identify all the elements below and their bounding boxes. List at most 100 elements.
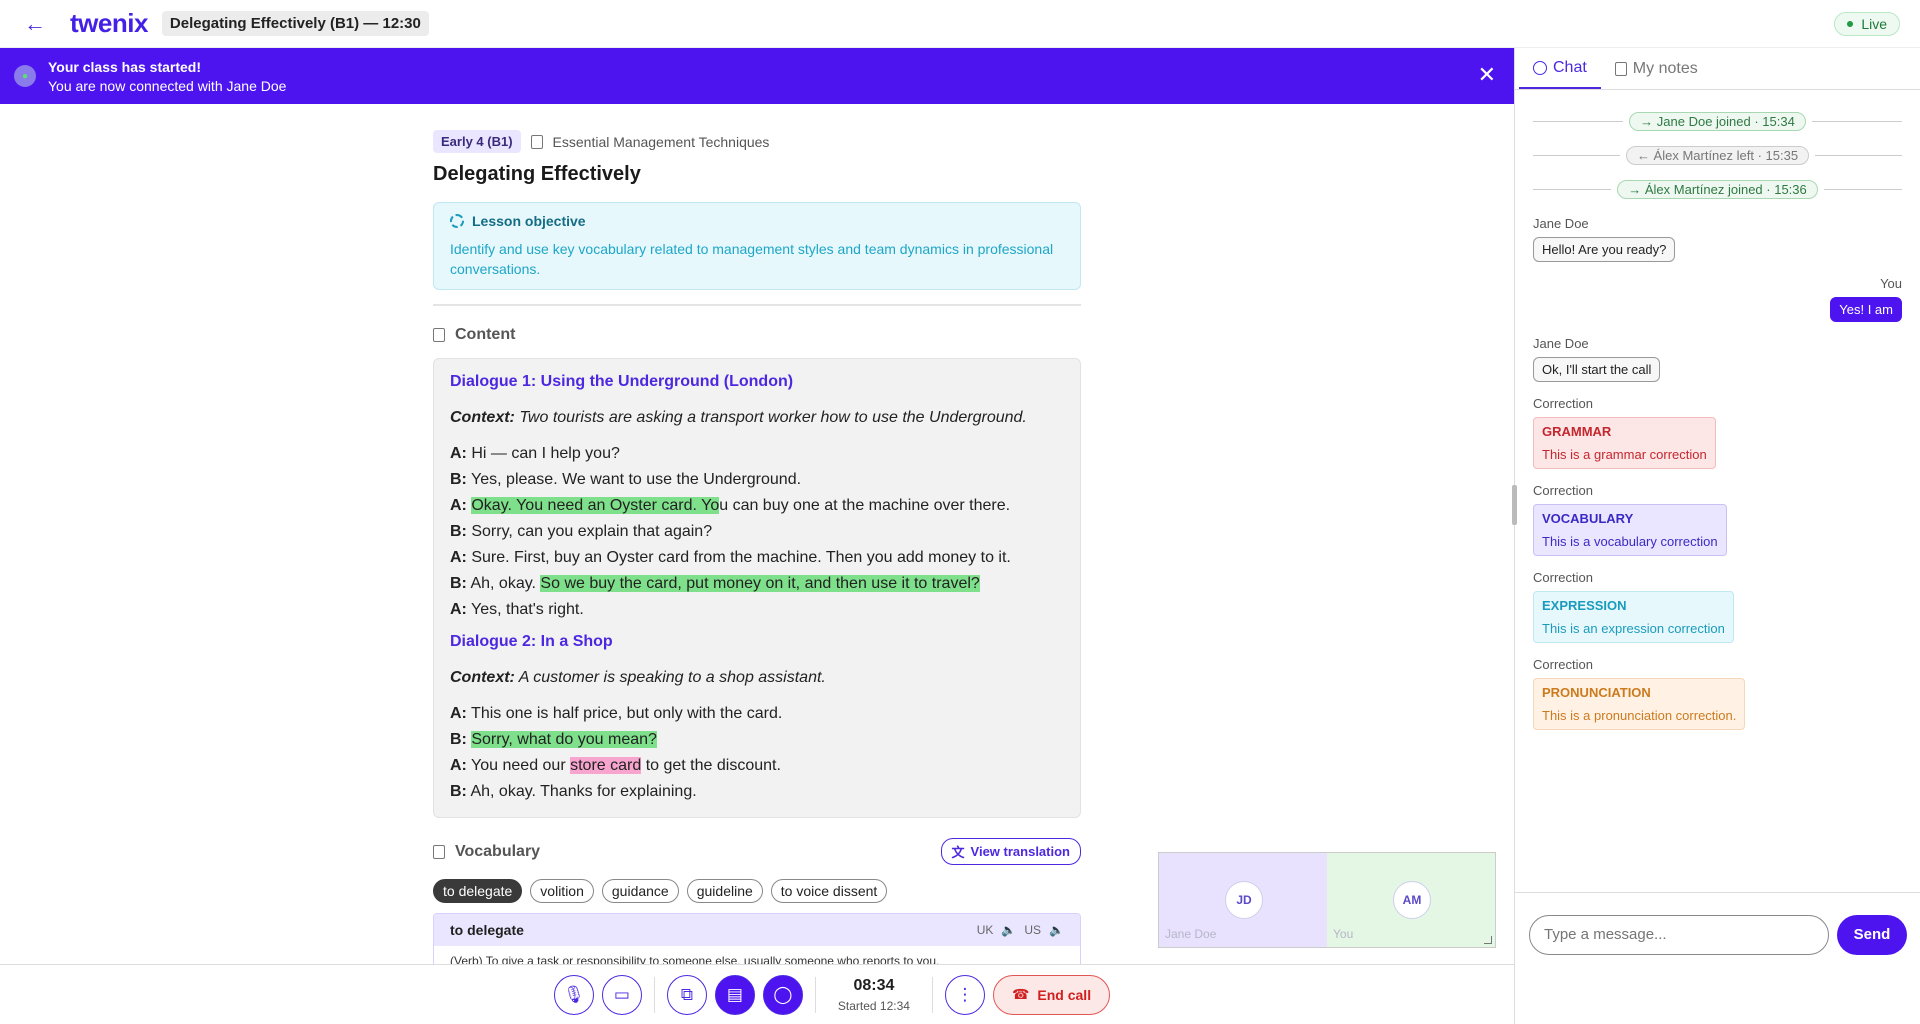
- notes-icon: [1614, 61, 1627, 76]
- document-icon: [433, 328, 445, 342]
- tab-chat[interactable]: Chat: [1519, 48, 1601, 89]
- vocabulary-chips: to delegate volition guidance guideline …: [433, 879, 1081, 903]
- word-definition: (Verb) To give a task or responsibility …: [450, 954, 940, 964]
- hang-up-icon: ☎: [1011, 986, 1030, 1002]
- objective-label: Lesson objective: [472, 213, 586, 229]
- chat-icon[interactable]: ◯: [762, 974, 803, 1015]
- logo: twenix: [70, 8, 148, 38]
- call-timer: 08:34 Started 12:34: [828, 977, 920, 1013]
- correction-label: Correction: [1533, 483, 1593, 498]
- system-message: → Jane Doe joined · 15:34: [1533, 108, 1902, 134]
- dialogue-line: A: Yes, that's right.: [450, 601, 584, 618]
- resize-handle-icon[interactable]: [1484, 936, 1492, 944]
- lesson-column: Early 4 (B1) Essential Management Techni…: [433, 130, 1081, 964]
- video-tile-remote: JD Jane Doe: [1159, 853, 1327, 947]
- chat-sidebar: Chat My notes → Jane Doe joined · 15:34 …: [1512, 48, 1920, 1024]
- speaker-us-icon[interactable]: 🔈: [1049, 923, 1064, 937]
- word-title: to delegate: [450, 922, 524, 938]
- video-panel[interactable]: JD Jane Doe AM You: [1158, 852, 1496, 948]
- system-message: → Álex Martínez joined · 15:36: [1533, 176, 1903, 202]
- microphone-icon[interactable]: 🎙: [553, 974, 594, 1015]
- book-icon: [530, 134, 543, 149]
- end-call-button[interactable]: ☎ End call: [992, 974, 1111, 1015]
- course-name: Essential Management Techniques: [552, 133, 770, 150]
- translate-icon: 文: [951, 845, 965, 860]
- video-name: You: [1333, 927, 1354, 941]
- lesson-title-pill: Delegating Effectively (B1) — 12:30: [161, 11, 429, 36]
- separator: [814, 976, 816, 1013]
- dialogue-line: A: Hi — can I help you?: [450, 445, 620, 462]
- dialogue-title: Dialogue 1: Using the Underground (Londo…: [450, 373, 794, 390]
- vocabulary-label: Vocabulary: [455, 842, 541, 860]
- chat-bubble-icon: [1533, 60, 1547, 75]
- lesson-objective-card: Lesson objective Identify and use key vo…: [433, 202, 1081, 290]
- speaker-uk-icon[interactable]: 🔈: [1001, 923, 1016, 937]
- dialogue-line: B: Ah, okay. So we buy the card, put mon…: [450, 575, 980, 592]
- uk-label: UK: [976, 923, 994, 937]
- dialogue-line: B: Yes, please. We want to use the Under…: [450, 471, 802, 488]
- message-input[interactable]: [1529, 914, 1829, 955]
- class-started-banner: ● Your class has started! You are now co…: [0, 48, 1514, 104]
- message-sender: Jane Doe: [1533, 216, 1589, 231]
- screen-share-icon[interactable]: ⧉: [666, 974, 707, 1015]
- vocab-chip[interactable]: to delegate: [433, 879, 523, 903]
- correction-label: Correction: [1533, 657, 1593, 672]
- dialogue-line: A: This one is half price, but only with…: [450, 705, 783, 722]
- vocabulary-heading: Vocabulary 文 View translation: [433, 838, 1081, 865]
- video-name: Jane Doe: [1165, 927, 1217, 941]
- highlight-pink[interactable]: store card: [570, 757, 642, 774]
- lesson-content-icon[interactable]: ▤: [714, 974, 755, 1015]
- message-bubble: Hello! Are you ready?: [1533, 237, 1676, 262]
- view-translation-button[interactable]: 文 View translation: [940, 838, 1081, 865]
- pronunciation-correction: PRONUNCIATION This is a pronunciation co…: [1533, 678, 1746, 730]
- dialogue-line: B: Sorry, what do you mean?: [450, 731, 657, 748]
- highlight[interactable]: So we buy the card, put money on it, and…: [540, 575, 980, 592]
- banner-subtitle: You are now connected with Jane Doe: [48, 77, 287, 94]
- send-button[interactable]: Send: [1837, 914, 1907, 955]
- live-dot-icon: [1847, 21, 1854, 27]
- vocabulary-correction: VOCABULARY This is a vocabulary correcti…: [1533, 504, 1727, 556]
- message-composer: Send: [1515, 892, 1920, 976]
- page-title: Delegating Effectively: [433, 163, 641, 185]
- highlight[interactable]: Sorry, what do you mean?: [471, 731, 657, 748]
- started-time: Started 12:34: [837, 998, 910, 1013]
- level-badge: Early 4 (B1): [433, 130, 521, 153]
- vocab-chip[interactable]: guideline: [686, 879, 763, 903]
- target-icon: [450, 214, 464, 228]
- vocab-chip[interactable]: guidance: [601, 879, 679, 903]
- tab-my-notes[interactable]: My notes: [1601, 48, 1712, 89]
- objective-text: Identify and use key vocabulary related …: [450, 241, 1054, 277]
- message-bubble: Ok, I'll start the call: [1533, 357, 1661, 382]
- message-bubble-self: Yes! I am: [1830, 297, 1902, 322]
- word-card: to delegate UK 🔈 US 🔈 (Verb) To give a t…: [433, 913, 1081, 964]
- dialogue-line: A: Okay. You need an Oyster card. You ca…: [450, 497, 1011, 514]
- divider: [433, 304, 1081, 306]
- lesson-area: Early 4 (B1) Essential Management Techni…: [0, 104, 1514, 964]
- resize-grip-icon[interactable]: [1512, 485, 1517, 525]
- chat-feed: → Jane Doe joined · 15:34 ← Álex Martíne…: [1515, 90, 1920, 730]
- live-badge: Live: [1834, 12, 1900, 36]
- banner-title: Your class has started!: [48, 58, 202, 75]
- correction-label: Correction: [1533, 570, 1593, 585]
- content-label: Content: [455, 326, 516, 343]
- content-heading: Content: [433, 326, 1081, 344]
- breadcrumb: Early 4 (B1) Essential Management Techni…: [433, 130, 1081, 153]
- document-icon: [433, 844, 445, 859]
- back-arrow-icon[interactable]: ←: [20, 9, 50, 39]
- avatar: AM: [1393, 881, 1431, 919]
- separator: [653, 976, 655, 1013]
- vocab-chip[interactable]: volition: [530, 879, 594, 903]
- call-controls: 🎙 ▭ ⧉ ▤ ◯ 08:34 Started 12:34 ⋮ ☎ End ca…: [0, 964, 1514, 1024]
- more-options-icon[interactable]: ⋮: [944, 974, 985, 1015]
- timer-value: 08:34: [853, 976, 895, 994]
- connected-icon: ●: [14, 65, 36, 87]
- camera-icon[interactable]: ▭: [601, 974, 642, 1015]
- dialogue-context: Context: Two tourists are asking a trans…: [450, 409, 1027, 426]
- dialogue-line: A: Sure. First, buy an Oyster card from …: [450, 549, 1011, 566]
- highlight[interactable]: Okay. You need an Oyster card. Yo: [471, 497, 720, 514]
- message-sender: You: [1880, 276, 1902, 291]
- close-icon[interactable]: ✕: [1478, 64, 1496, 86]
- live-label: Live: [1861, 16, 1887, 32]
- vocab-chip[interactable]: to voice dissent: [770, 879, 888, 903]
- sidebar-tabs: Chat My notes: [1515, 48, 1920, 90]
